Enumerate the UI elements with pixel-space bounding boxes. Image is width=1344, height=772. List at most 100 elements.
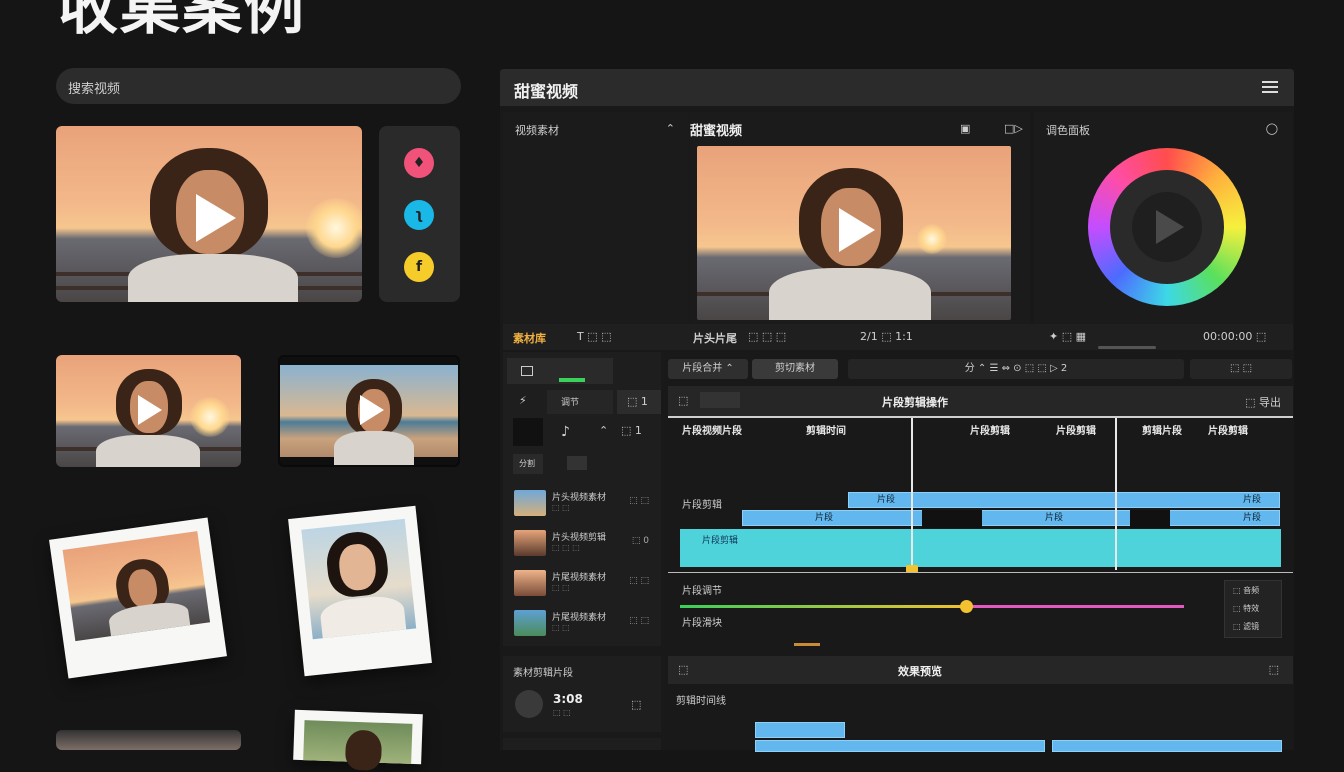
clip-gap [1130,510,1170,528]
clip-icon[interactable] [515,690,543,718]
video-thumbnail-partial[interactable] [56,730,241,750]
timeline-back-icon[interactable]: ⬚ [678,394,688,407]
video-clip-row2[interactable]: 片段 片段 片段 [742,510,1280,526]
page-title: 收集案例 [58,0,306,43]
preview-video[interactable] [697,146,1011,320]
play-icon[interactable] [138,395,162,425]
list-item[interactable]: 片头视频剪辑 ⬚ ⬚ ⬚ ⬚ 0 [510,528,655,558]
editor-header: 甜蜜视频 [500,69,1294,106]
play-icon[interactable] [196,194,236,242]
track-clip-label: 片段剪辑 [702,536,739,546]
video-thumbnail-small[interactable] [56,355,241,467]
text-tools[interactable]: T ⬚ ⬚ [577,330,612,343]
clip-label: 片段 [877,495,896,505]
main-video-track[interactable]: 片段剪辑 [680,529,1281,567]
facebook-icon[interactable]: f [404,252,434,282]
sort-icons[interactable]: ⬚ 1 [621,424,642,437]
clip-label: 片段 [1242,513,1261,523]
list-item-icon[interactable]: ⬚ ⬚ [629,496,649,506]
polaroid-photo-3[interactable] [293,709,423,771]
search-bar[interactable]: 搜索视频 [56,68,461,104]
twitter-icon[interactable]: ʅ [404,200,434,230]
small-toggle[interactable] [567,456,587,470]
color-wheel[interactable] [1088,148,1246,306]
ruler-label: 片段剪辑 [970,426,1010,437]
clip-duration: 3:08 [553,692,583,706]
toolbar-icons[interactable]: 分 ⌃ ☰ ⇔ ⊙ ⬚ ⬚ ▷ 2 [848,359,1184,379]
video-thumbnail-beach[interactable] [278,355,460,467]
cut-icon[interactable]: ⚡ [519,394,527,407]
preview-title: 甜蜜视频 [690,124,743,139]
active-indicator [559,378,585,382]
list-item-title: 片尾视频素材 [552,613,607,623]
scrubber[interactable] [1098,346,1156,349]
polaroid-photo-2[interactable] [288,505,432,677]
audio-slider-thumb[interactable] [960,600,973,613]
photo-content [301,518,417,640]
counter-box[interactable]: ⬚ 1 [617,390,661,414]
scroll-indicator[interactable] [794,643,820,646]
polaroid-photo-1[interactable] [49,517,227,679]
left-panel-label: 视频素材 [515,124,559,137]
clip-info-label: 素材剪辑片段 [513,668,573,679]
clip-label: 片段 [1045,513,1064,523]
preview-tab[interactable]: 片头片尾 [693,330,737,346]
playhead[interactable] [911,418,913,570]
marker-line[interactable] [1115,418,1117,570]
bottom-right-icon[interactable]: ⬚ [1269,663,1279,676]
list-item[interactable]: 片尾视频素材 ⬚ ⬚ ⬚ ⬚ [510,608,655,638]
aspect-icon[interactable]: □▷ [1004,122,1023,135]
image-icon[interactable] [521,366,533,376]
collapse-icon[interactable]: ⌃ [666,122,675,135]
audio-option[interactable]: ⬚ 音频 [1233,585,1259,596]
video-thumbnail-large[interactable] [56,126,362,302]
aspect-ratio[interactable]: 2/1 ⬚ 1:1 [860,330,913,343]
bottom-left-icon[interactable]: ⬚ [678,663,688,676]
list-item-icon[interactable]: ⬚ ⬚ [629,616,649,626]
bottom-track-label: 剪辑时间线 [676,696,726,707]
bottom-bar-title: 效果预览 [898,665,942,678]
list-item-icon[interactable]: ⬚ ⬚ [629,576,649,586]
effects-option[interactable]: ⬚ 特效 [1233,603,1259,614]
list-item-title: 片头视频素材 [552,493,607,503]
search-icon[interactable]: ◯ [1266,122,1278,135]
chevron-up-icon[interactable]: ⌃ [599,424,608,437]
export-button[interactable]: ⬚ 导出 [1245,394,1281,410]
instagram-icon[interactable]: ♦ [404,148,434,178]
fullscreen-icon[interactable]: ▣ [960,122,970,135]
cut-button[interactable]: 剪切素材 [752,359,838,379]
list-item[interactable]: 片尾视频素材 ⬚ ⬚ ⬚ ⬚ [510,568,655,598]
menu-icon[interactable] [1262,81,1278,93]
photo-content [303,720,413,771]
timeline-field[interactable] [700,392,740,408]
search-placeholder: 搜索视频 [68,82,121,97]
track-label: 片段剪辑 [682,500,722,511]
bottom-clip[interactable] [755,740,1045,752]
merge-button[interactable]: 片段合并 ⌃ [668,359,748,379]
clip-option-icon[interactable]: ⬚ [631,698,641,711]
tab-media[interactable]: 素材库 [513,330,546,346]
music-icon[interactable]: ♪ [561,424,570,440]
list-item[interactable]: 片头视频素材 ⬚ ⬚ ⬚ ⬚ [510,488,655,518]
ruler-label: 剪辑时间 [806,426,846,437]
color-swatch[interactable] [513,418,543,446]
editor-title: 甜蜜视频 [514,82,579,101]
sun [190,397,230,437]
social-share-panel: ♦ ʅ f [379,126,460,302]
split-button[interactable]: 分割 [513,454,543,474]
filter-option[interactable]: ⬚ 滤镜 [1233,621,1259,632]
adjust-button[interactable]: 调节 [547,390,613,414]
play-icon[interactable] [839,208,875,252]
play-icon[interactable] [360,395,384,425]
transport-left-icons[interactable]: ✦ ⬚ ▦ [1049,330,1086,343]
list-item-icon[interactable]: ⬚ 0 [632,536,649,546]
list-item-title: 片尾视频素材 [552,573,607,583]
bottom-clip[interactable] [1052,740,1282,752]
bottom-clip[interactable] [755,722,845,738]
ruler-label: 片段剪辑 [1208,426,1248,437]
play-icon[interactable] [1156,210,1184,244]
clip-info-card: 素材剪辑片段 3:08 ⬚ ⬚ ⬚ [503,656,661,732]
toolbar-right[interactable]: ⬚ ⬚ [1190,359,1292,379]
audio-slider-track[interactable] [680,605,1184,608]
preview-tab-icons[interactable]: ⬚ ⬚ ⬚ [748,330,786,343]
